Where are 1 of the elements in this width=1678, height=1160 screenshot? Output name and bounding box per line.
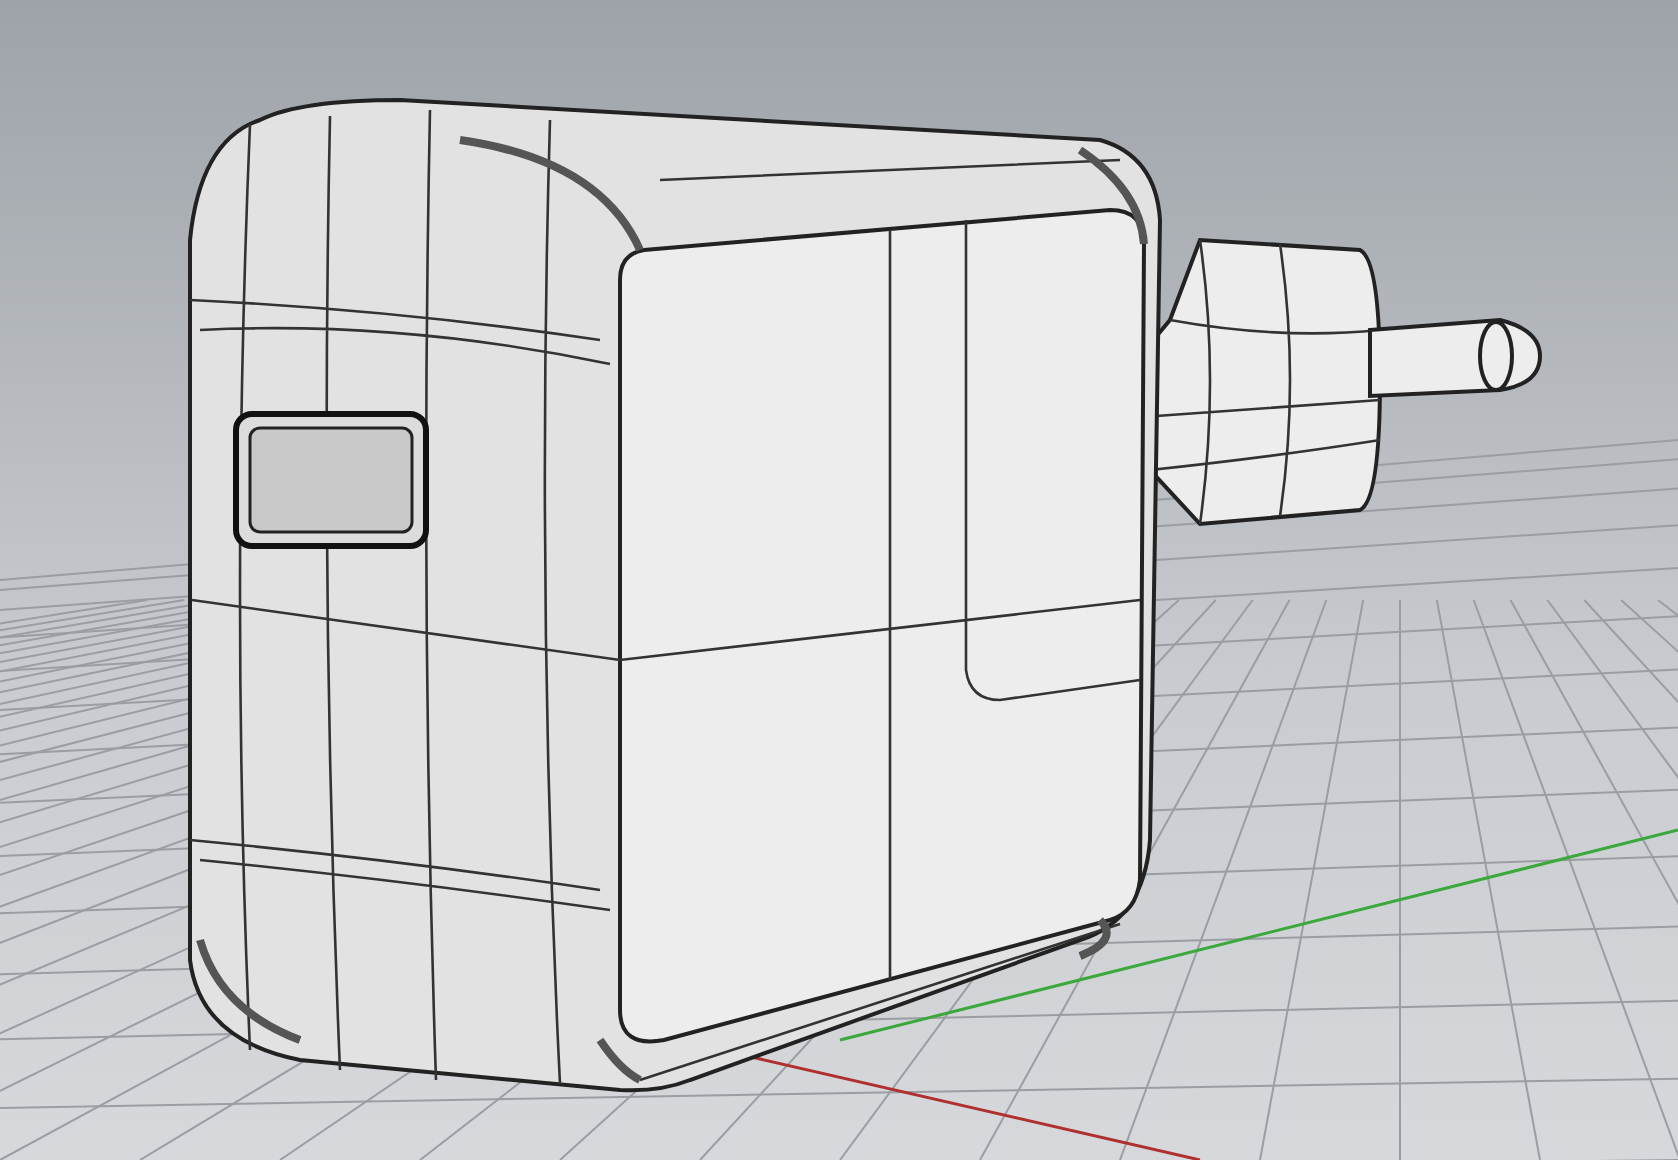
3d-viewport[interactable] [0, 0, 1678, 1160]
